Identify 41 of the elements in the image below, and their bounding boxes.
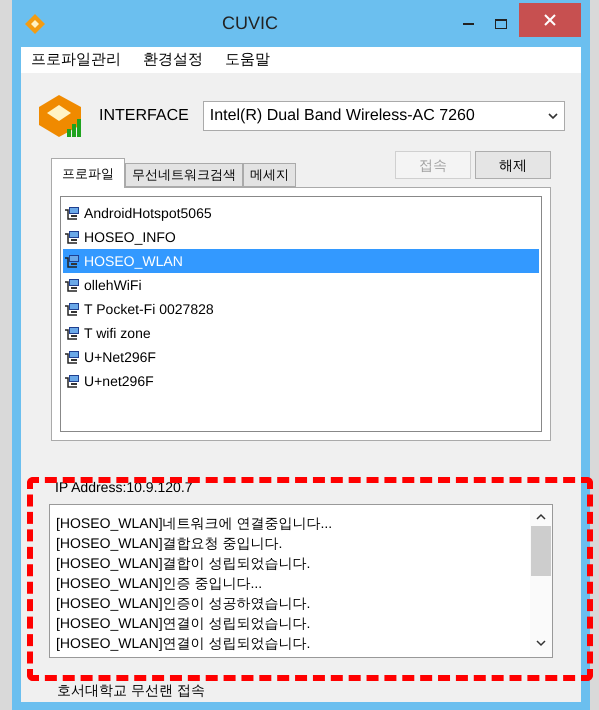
network-computer-icon: [65, 230, 81, 244]
scroll-up-icon: [536, 513, 546, 520]
window-title: CUVIC: [220, 12, 279, 35]
network-computer-icon: [65, 302, 81, 316]
network-computer-icon: [65, 206, 81, 220]
close-icon: [544, 14, 556, 26]
network-list-item[interactable]: HOSEO_INFO: [63, 225, 539, 249]
network-computer-icon: [65, 254, 81, 268]
tab[interactable]: 무선네트워크검색: [125, 163, 243, 187]
network-list-item[interactable]: ollehWiFi: [63, 273, 539, 297]
interface-label: INTERFACE: [99, 106, 189, 126]
ip-address-label: IP Address:10.9.120.7: [55, 478, 194, 497]
network-computer-icon: [65, 350, 81, 364]
status-text: 호서대학교 무선랜 접속: [57, 681, 206, 700]
app-logo-icon: [23, 12, 47, 36]
interface-dropdown[interactable]: Intel(R) Dual Band Wireless-AC 7260: [202, 101, 565, 131]
scroll-down-icon: [536, 640, 546, 647]
log-line: [HOSEO_WLAN]연결이 성립되었습니다.: [56, 614, 312, 633]
network-list-item[interactable]: AndroidHotspot5065: [63, 201, 539, 225]
menu-item[interactable]: 도움말: [225, 48, 270, 72]
network-list-item[interactable]: U+Net296F: [63, 345, 539, 369]
tab[interactable]: 메세지: [243, 163, 296, 187]
log-line: [HOSEO_WLAN]인증 중입니다...: [56, 574, 264, 593]
disconnect-button[interactable]: 해제: [475, 151, 551, 179]
tab[interactable]: 프로파일: [51, 158, 125, 188]
network-list-item[interactable]: T wifi zone: [63, 321, 539, 345]
log-line: [HOSEO_WLAN]연결이 성립되었습니다.: [56, 634, 312, 653]
log-line: [HOSEO_WLAN]인증이 성공하였습니다.: [56, 594, 312, 613]
network-computer-icon: [65, 278, 81, 292]
menu-item[interactable]: 환경설정: [143, 48, 203, 72]
log-line: [HOSEO_WLAN]결합이 성립되었습니다.: [56, 554, 312, 573]
network-list-item[interactable]: T Pocket-Fi 0027828: [63, 297, 539, 321]
menu-item[interactable]: 프로파일관리: [31, 48, 121, 72]
network-list-item[interactable]: U+net296F: [63, 369, 539, 393]
network-computer-icon: [65, 326, 81, 340]
close-button[interactable]: [519, 2, 581, 36]
log-line: [HOSEO_WLAN]결합요청 중입니다.: [56, 534, 284, 553]
log-line: [HOSEO_WLAN]네트워크에 연결중입니다...: [56, 514, 334, 533]
chevron-down-icon: [548, 112, 558, 120]
scrollbar[interactable]: [530, 505, 552, 657]
network-computer-icon: [65, 374, 81, 388]
